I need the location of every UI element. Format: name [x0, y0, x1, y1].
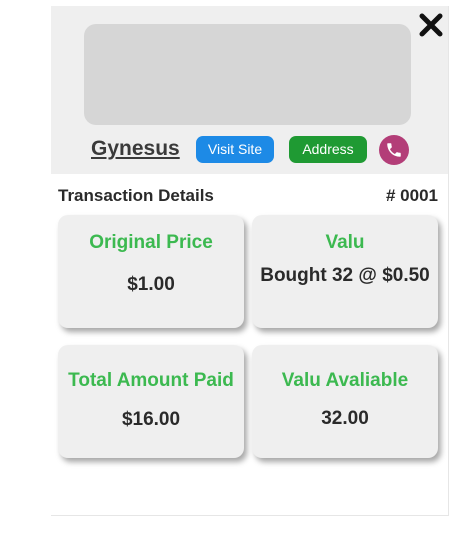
card-label: Total Amount Paid — [68, 370, 234, 391]
original-price-card: Original Price $1.00 — [58, 215, 244, 328]
card-value: 32.00 — [321, 408, 369, 429]
card-value: $1.00 — [127, 274, 175, 295]
valu-card: Valu Bought 32 @ $0.50 — [252, 215, 438, 328]
visit-site-button[interactable]: Visit Site — [196, 136, 274, 163]
close-button[interactable] — [418, 12, 444, 38]
card-label: Valu Avaliable — [281, 370, 409, 391]
call-button[interactable] — [379, 135, 409, 165]
close-icon — [419, 13, 443, 37]
card-value: $16.00 — [121, 409, 181, 430]
valu-available-card: Valu Avaliable 32.00 — [252, 345, 438, 458]
business-header: Gynesus Visit Site Address — [51, 6, 448, 174]
address-button[interactable]: Address — [289, 136, 367, 163]
card-label: Original Price — [89, 232, 213, 253]
phone-icon — [387, 143, 401, 157]
transaction-number: # 0001 — [386, 186, 438, 205]
business-image — [84, 24, 411, 125]
transaction-details-title: Transaction Details — [58, 186, 214, 205]
total-amount-paid-card: Total Amount Paid $16.00 — [58, 345, 244, 458]
card-value: Bought 32 @ $0.50 — [260, 265, 430, 286]
transaction-panel: Gynesus Visit Site Address Transaction D… — [51, 6, 449, 516]
business-name-link[interactable]: Gynesus — [91, 137, 180, 161]
card-label: Valu — [325, 232, 365, 253]
